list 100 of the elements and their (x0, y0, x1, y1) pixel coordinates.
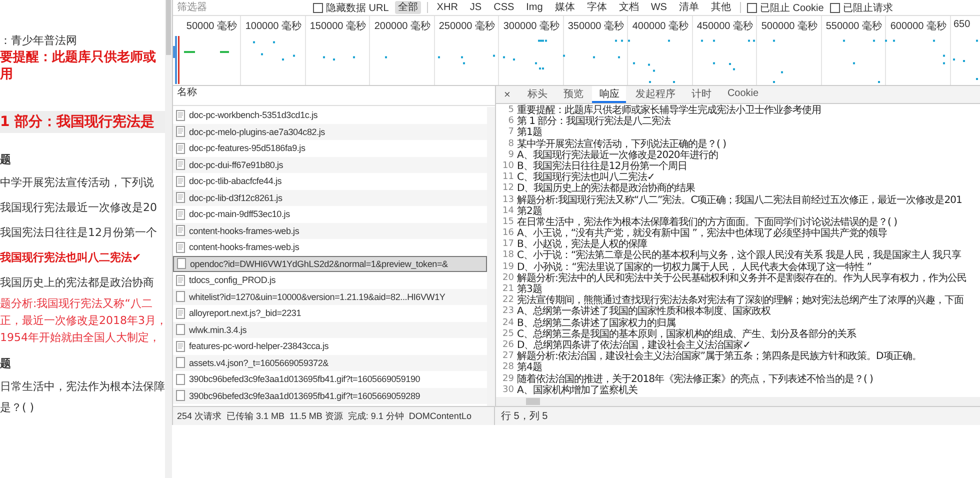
page-text: 我国宪法日往往是12月份第一个 (0, 225, 158, 241)
page-text: ：青少年普法网 (0, 33, 78, 49)
line-number: 21 (502, 284, 515, 295)
status-text: 已传输 3.1 MB (226, 410, 285, 422)
request-row[interactable]: doc-pc-tlib-abacfcfe44.js (173, 173, 487, 190)
request-row[interactable]: opendoc?id=DWHI6VW1YdGhLS2d2&normal=1&preview_token=& (173, 256, 487, 272)
request-row[interactable]: features-pc-word-helper-23843cca.js (173, 338, 487, 354)
request-row[interactable]: doc-pc-features-95d5186fa9.js (173, 140, 487, 156)
code-line: 重要提醒：此题库只供老师或家长辅导学生完成宪法小卫士作业参考使用 (517, 105, 821, 116)
type-filter-button[interactable]: JS (466, 1, 485, 14)
request-row[interactable]: wlwk.min.3.4.js (173, 322, 487, 338)
page-text: 题 (0, 356, 12, 372)
request-row[interactable]: doc-pc-melo-plugins-ae7a304c82.js (173, 124, 487, 140)
tick-label: 250000 毫秒 (438, 20, 495, 33)
tab[interactable]: 发起程序 (628, 86, 682, 103)
request-row[interactable]: content-hooks-frames-web.js (173, 239, 487, 256)
file-icon (177, 258, 186, 270)
type-filter-button[interactable]: CSS (490, 1, 518, 14)
script-file-icon (176, 142, 185, 154)
script-file-icon (176, 192, 185, 204)
tab[interactable]: 响应 (592, 86, 626, 103)
line-number: 20 (502, 272, 515, 284)
tick-label: 500000 毫秒 (761, 20, 818, 33)
code-line: 在日常生活中，宪法作为根本法保障着我们的方方面面。下面同学们讨论说法错误的是？( ) (517, 216, 897, 228)
page-text: 我国历史上的宪法都是政治协商 (0, 275, 155, 291)
script-file-icon (176, 225, 185, 236)
script-file-icon (176, 110, 185, 121)
tick-label: 350000 毫秒 (568, 20, 624, 33)
line-number: 24 (502, 318, 515, 329)
type-filter-button[interactable]: XHR (434, 1, 461, 14)
line-number: 17 (502, 239, 515, 250)
request-row[interactable]: assets.v4.json?_t=1605669059372& (173, 354, 487, 371)
request-row[interactable]: whitelist?id=1270&uin=10000&version=1.21.19&aid=82...HI6VW1Y (173, 288, 487, 305)
code-line: 解题分析:我国现行宪法又称“八二”宪法。C项正确；我国八二宪法目前经过五次修正，最近一次修改是201 (517, 194, 962, 206)
status-text: 11.5 MB 资源 (290, 410, 343, 422)
type-filter-button[interactable]: 全部 (394, 1, 421, 14)
scrollbar[interactable] (487, 107, 495, 406)
tick-label: 200000 毫秒 (374, 20, 430, 33)
tab[interactable]: 计时 (684, 86, 718, 103)
line-number: 16 (502, 228, 515, 240)
scrollbar[interactable] (165, 0, 172, 478)
page-text: 我国现行宪法也叫八二宪法✔ (0, 250, 142, 266)
line-number: 25 (502, 328, 515, 340)
tick-label: 650 (954, 19, 970, 30)
request-row[interactable]: doc-pc-lib-d3f12c8261.js (173, 190, 487, 206)
request-row[interactable]: 390bc96befed3c9fe3aa1d013695fb41.gif?t=1605669059289 (173, 388, 487, 404)
file-icon (176, 291, 185, 302)
type-filter-button[interactable]: 媒体 (552, 1, 578, 14)
code-line: 第3题 (517, 284, 542, 295)
close-button[interactable]: × (500, 86, 518, 103)
tick-label: 100000 毫秒 (245, 20, 302, 33)
script-file-icon (176, 308, 185, 319)
type-filter-button[interactable]: Img (523, 1, 546, 14)
type-filter-button[interactable]: 字体 (584, 1, 610, 14)
code-line: 某中学开展宪法宣传活动，下列说法正确的是？( ) (517, 138, 726, 150)
line-number: 22 (502, 295, 515, 306)
request-row[interactable]: alloyreport.next.js?_bid=2231 (173, 305, 487, 322)
file-icon (176, 390, 185, 402)
type-filter-button[interactable]: WS (648, 1, 670, 14)
code-line: A、小王说，“没有共产党，就没有新中国 ”，宪法中也体现了必须坚持中国共产党的领导 (517, 228, 887, 240)
tick-label: 50000 毫秒 (186, 20, 237, 33)
cursor-position: 行 5，列 5 (500, 410, 548, 423)
tab[interactable]: Cookie (720, 86, 766, 103)
blocked-requests-checkbox[interactable]: 已阻止请求 (830, 0, 893, 14)
horizontal-scrollbar[interactable] (496, 397, 980, 406)
tick-label: 550000 毫秒 (826, 20, 882, 33)
request-row[interactable]: content-hooks-frames-web.js (173, 222, 487, 239)
hide-data-urls-checkbox[interactable]: 隐藏数据 URL (313, 0, 389, 14)
code-line: D、小孙说：“宪法里说了国家的一切权力属于人民， 人民代表大会体现了这一特性 ” (517, 262, 872, 273)
request-row[interactable]: doc-pc-main-9dff53ec10.js (173, 206, 487, 222)
line-number: 30 (502, 384, 515, 396)
section-heading: 1 部分：我国现行宪法是 (0, 111, 165, 133)
script-file-icon (176, 242, 185, 253)
code-line: B、总纲第二条讲述了国家权力的归属 (517, 318, 676, 329)
line-number: 23 (502, 306, 515, 318)
type-filter-button[interactable]: 清单 (676, 1, 702, 14)
tab[interactable]: 标头 (520, 86, 554, 103)
type-filter-button[interactable]: 其他 (708, 1, 734, 14)
request-row[interactable]: doc-pc-dui-ff67e91b80.js (173, 156, 487, 173)
type-filter-button[interactable]: 文档 (616, 1, 642, 14)
script-file-icon (176, 176, 185, 187)
request-row[interactable]: tdocs_config_PROD.js (173, 272, 487, 288)
line-number: 12 (502, 183, 515, 194)
code-line: D、总纲第四条讲了依法治国，建设社会主义法治国家✓ (517, 340, 751, 351)
script-file-icon (176, 159, 185, 170)
line-number: 10 (502, 160, 515, 172)
code-line: C、小于说：“宪法第二章是公民的基本权利与义务，这个跟人民没有关系 我是人民，我是国家主人 我只享 (517, 250, 962, 262)
request-row[interactable]: 390bc96befed3c9fe3aa1d013695fb41.gif?t=1605669059190 (173, 371, 487, 388)
request-row[interactable]: doc-pc-workbench-5351d3cd1c.js (173, 107, 487, 124)
page-text: 1954年开始就由全国人大制定， (0, 330, 161, 346)
file-icon (176, 324, 185, 336)
line-number: 13 (502, 194, 515, 206)
script-file-icon (176, 340, 185, 352)
column-header[interactable]: 名称 (173, 86, 495, 106)
blocked-cookies-checkbox[interactable]: 已阻止 Cookie (746, 0, 824, 14)
tab[interactable]: 预览 (556, 86, 590, 103)
code-line: D、我国历史上的宪法都是政治协商的结果 (517, 183, 696, 194)
code-line: 随着依法治国的推进，关于2018年《宪法修正案》的亮点，下列表述不恰当的是？( ) (517, 374, 873, 384)
status-text: 254 次请求 (177, 410, 222, 422)
script-file-icon (176, 274, 185, 286)
